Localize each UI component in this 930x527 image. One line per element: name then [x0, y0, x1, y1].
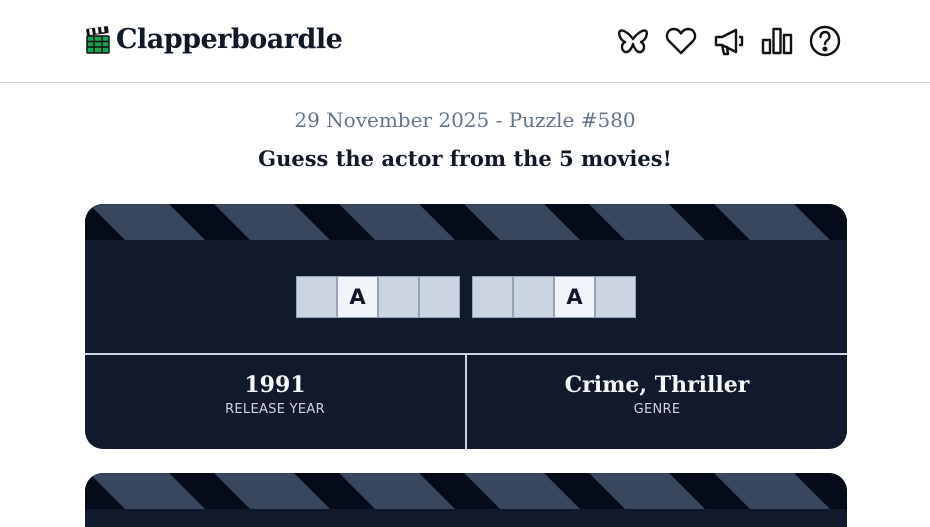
movie-card: A A 1991 RELEASE YEAR Crime, Thriller GE… [85, 204, 847, 449]
megaphone-icon [714, 28, 744, 56]
puzzle-date-label: 29 November 2025 - Puzzle #580 [294, 108, 636, 132]
clapper-stripe [339, 473, 455, 509]
bluesky-button[interactable] [616, 23, 650, 59]
clapper-stripe [89, 473, 205, 509]
statistics-button[interactable] [760, 23, 794, 59]
clapper-stripe [214, 473, 330, 509]
header-nav [616, 23, 842, 59]
release-year-value: 1991 [244, 372, 306, 398]
clapper-stripe [589, 204, 705, 240]
clapper-stripe [214, 204, 330, 240]
clapper-stripe [339, 204, 455, 240]
letter-tile [472, 276, 513, 318]
support-button[interactable] [664, 23, 698, 59]
actor-name-tiles: A A [85, 276, 847, 318]
genre-cell: Crime, Thriller GENRE [465, 355, 847, 449]
clapper-stripe [714, 473, 830, 509]
announcements-button[interactable] [712, 23, 746, 59]
clapper-stripe [89, 204, 205, 240]
letter-tile: A [337, 276, 378, 318]
puzzle-instruction: Guess the actor from the 5 movies! [258, 146, 672, 171]
release-year-cell: 1991 RELEASE YEAR [85, 355, 465, 449]
app-header: Clapperboardle [0, 0, 930, 83]
genre-value: Crime, Thriller [564, 372, 750, 398]
clapper-stripe [589, 473, 705, 509]
letter-tile [513, 276, 554, 318]
clapper-stripe [464, 473, 580, 509]
release-year-label: RELEASE YEAR [225, 402, 325, 417]
letter-tile [378, 276, 419, 318]
genre-label: GENRE [633, 402, 681, 417]
name-word: A [472, 276, 636, 318]
clapper-stripe [714, 204, 830, 240]
clapper-stripe-bar [85, 473, 847, 509]
butterfly-icon [618, 29, 648, 54]
help-button[interactable] [808, 23, 842, 59]
brand[interactable]: Clapperboardle [86, 20, 343, 60]
help-icon [809, 25, 841, 57]
letter-tile [296, 276, 337, 318]
clapperboard-icon [86, 26, 110, 54]
movie-info-row: 1991 RELEASE YEAR Crime, Thriller GENRE [85, 353, 847, 449]
letter-tile: A [554, 276, 595, 318]
movie-card-next [85, 473, 847, 527]
heart-icon [665, 27, 697, 55]
letter-tile [419, 276, 460, 318]
name-word: A [296, 276, 460, 318]
letter-tile [595, 276, 636, 318]
bar-chart-icon [761, 27, 793, 55]
clapper-stripe [464, 204, 580, 240]
clapper-stripe-bar [85, 204, 847, 240]
app-title: Clapperboardle [116, 24, 343, 55]
